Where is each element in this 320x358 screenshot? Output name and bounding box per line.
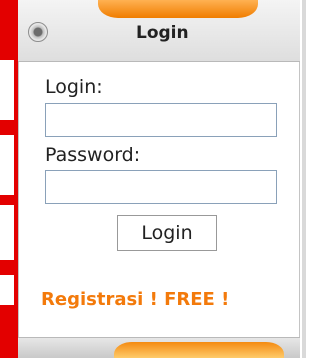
strip-gap bbox=[0, 135, 14, 195]
widget-title: Login bbox=[136, 23, 189, 43]
login-input[interactable] bbox=[45, 103, 277, 137]
strip-gap bbox=[0, 275, 14, 305]
password-input[interactable] bbox=[45, 170, 277, 204]
login-widget: Login Login: Password: Login Registrasi … bbox=[18, 0, 300, 358]
widget-footer bbox=[18, 337, 300, 358]
widget-header: Login bbox=[18, 0, 300, 62]
page-red-strip bbox=[0, 0, 18, 358]
page-divider bbox=[302, 0, 306, 358]
login-button[interactable]: Login bbox=[117, 215, 217, 251]
radio-circle-icon bbox=[28, 22, 48, 42]
strip-gap bbox=[0, 60, 14, 120]
password-label: Password: bbox=[45, 144, 141, 166]
login-label: Login: bbox=[45, 76, 103, 98]
widget-body: Login: Password: Login Registrasi ! FREE… bbox=[18, 62, 300, 337]
footer-orange-tab bbox=[114, 342, 284, 358]
header-orange-tab bbox=[98, 0, 258, 18]
register-link[interactable]: Registrasi ! FREE ! bbox=[41, 289, 229, 310]
strip-gap bbox=[0, 205, 14, 260]
